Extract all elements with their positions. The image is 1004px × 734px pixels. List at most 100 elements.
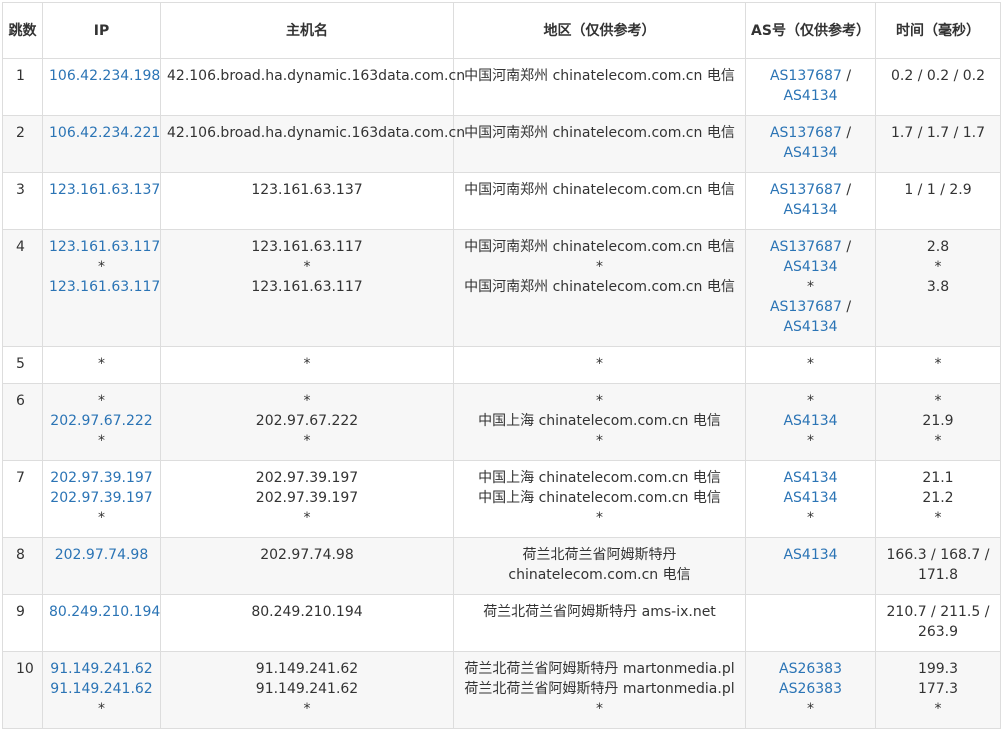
time-line: 3.8 [926, 279, 950, 295]
hostname-cell: 202.97.74.98 [160, 537, 454, 595]
asn-line: * [807, 356, 814, 372]
ip-line: 123.161.63.137 [49, 180, 160, 200]
hostname-line: * [303, 393, 311, 409]
hostname-cell: 42.106.broad.ha.dynamic.163data.com.cn [160, 115, 465, 173]
asn-link[interactable]: AS4134 [783, 547, 837, 563]
hostname-cell: 80.249.210.194 [160, 594, 454, 652]
ip-link[interactable]: 80.249.210.194 [49, 604, 160, 620]
ip-line: 106.42.234.221 [49, 123, 160, 143]
ip-link[interactable]: 202.97.67.222 [50, 413, 152, 429]
ip-line: * [98, 393, 105, 409]
time-line: 1 / 1 / 2.9 [904, 182, 972, 198]
hostname-line: * [303, 259, 311, 275]
region-line: * [596, 433, 603, 449]
ip-link[interactable]: 91.149.241.62 [50, 681, 152, 697]
hostname-line: 123.161.63.117 [251, 239, 363, 255]
hostname-cell: 42.106.broad.ha.dynamic.163data.com.cn [160, 58, 466, 116]
hostname-line: 202.97.39.197 [255, 470, 359, 486]
region-line: 中国上海 chinatelecom.com.cn 电信 [478, 413, 721, 429]
asn-link[interactable]: AS4134 [783, 145, 837, 161]
ip-cell: 123.161.63.117 * 123.161.63.117 [42, 229, 161, 347]
table-row: 3 123.161.63.137 123.161.63.137 中国河南郑州 chin… [2, 172, 1001, 230]
region-cell: 中国河南郑州 chinatelecom.com.cn 电信 [453, 58, 746, 116]
hostname-line: 123.161.63.137 [251, 182, 363, 198]
asn-cell: AS137687 / AS4134 [745, 115, 876, 173]
table-row: 5 * * * * * [2, 346, 1001, 384]
ip-line: * [98, 701, 105, 717]
asn-cell: * AS4134 * [745, 383, 876, 461]
hostname-line: 202.97.74.98 [260, 547, 354, 563]
region-line: 荷兰北荷兰省阿姆斯特丹 martonmedia.pl [464, 681, 735, 697]
asn-link[interactable]: AS137687 [770, 125, 842, 141]
header-host: 主机名 [160, 2, 454, 59]
table-row: 8 202.97.74.98 202.97.74.98 荷兰北荷兰省阿姆斯特丹 chin… [2, 537, 1001, 595]
ip-link[interactable]: 123.161.63.117 [49, 239, 160, 255]
table-row: 4 123.161.63.117 * 123.161.63.117 123.161.63… [2, 229, 1001, 347]
asn-link[interactable]: AS4134 [783, 88, 837, 104]
asn-link[interactable]: AS4134 [783, 490, 837, 506]
hostname-cell: 91.149.241.62 91.149.241.62 * [160, 651, 454, 729]
region-cell: 荷兰北荷兰省阿姆斯特丹 martonmedia.pl 荷兰北荷兰省阿姆斯特丹 ma… [453, 651, 746, 729]
asn-link[interactable]: AS4134 [783, 470, 837, 486]
asn-link[interactable]: AS137687 [770, 182, 842, 198]
header-asn: AS号（仅供参考） [745, 2, 876, 59]
asn-separator: / [841, 239, 852, 255]
region-cell: 中国河南郑州 chinatelecom.com.cn 电信 * 中国河南郑州 chi… [453, 229, 746, 347]
time-line: * [934, 510, 942, 526]
ip-link[interactable]: 91.149.241.62 [50, 661, 152, 677]
time-line: 21.2 [922, 490, 954, 506]
ip-line: 202.97.67.222 [49, 411, 154, 431]
hop-cell: 10 [2, 651, 43, 729]
asn-link[interactable]: AS4134 [783, 202, 837, 218]
region-line: chinatelecom.com.cn 电信 [508, 567, 691, 583]
asn-line: AS137687 / [752, 297, 869, 317]
asn-link[interactable]: AS137687 [770, 299, 842, 315]
asn-link[interactable]: AS137687 [770, 68, 842, 84]
ip-line: * [98, 259, 105, 275]
time-line: * [934, 433, 942, 449]
time-cell: 166.3 / 168.7 / 171.8 [875, 537, 1001, 595]
asn-link[interactable]: AS4134 [783, 259, 837, 275]
asn-separator: / [841, 68, 852, 84]
ip-link[interactable]: 106.42.234.221 [49, 125, 160, 141]
ip-line: 91.149.241.62 [49, 679, 154, 699]
time-line: 166.3 / 168.7 / [886, 547, 990, 563]
hostname-line: 202.97.67.222 [255, 413, 359, 429]
ip-link[interactable]: 202.97.39.197 [50, 470, 152, 486]
region-cell: 中国上海 chinatelecom.com.cn 电信 中国上海 chinatel… [453, 460, 746, 538]
time-cell: * 21.9 * [875, 383, 1001, 461]
asn-line: AS4134 [752, 488, 869, 508]
time-line: 1.7 / 1.7 / 1.7 [890, 125, 986, 141]
hostname-line: 42.106.broad.ha.dynamic.163data.com.cn [167, 68, 466, 84]
time-line: * [934, 701, 942, 717]
region-line: 中国上海 chinatelecom.com.cn 电信 [478, 490, 721, 506]
asn-link[interactable]: AS137687 [770, 239, 842, 255]
asn-line: AS26383 [752, 679, 869, 699]
asn-link[interactable]: AS4134 [783, 413, 837, 429]
ip-link[interactable]: 202.97.74.98 [55, 547, 149, 563]
ip-cell: * 202.97.67.222 * [42, 383, 161, 461]
ip-link[interactable]: 123.161.63.117 [49, 279, 160, 295]
time-line: 263.9 [917, 624, 959, 640]
hostname-line: * [303, 701, 311, 717]
region-line: 中国河南郑州 chinatelecom.com.cn 电信 [464, 239, 735, 255]
ip-link[interactable]: 106.42.234.198 [49, 68, 160, 84]
asn-cell: AS4134 [745, 537, 876, 595]
asn-cell [745, 594, 876, 652]
asn-link[interactable]: AS4134 [783, 319, 837, 335]
ip-link[interactable]: 123.161.63.137 [49, 182, 160, 198]
hop-cell: 7 [2, 460, 43, 538]
asn-line: AS4134 [752, 411, 869, 431]
asn-line: AS137687 / [752, 123, 869, 143]
time-line: 177.3 [917, 681, 959, 697]
asn-cell: AS4134 AS4134 * [745, 460, 876, 538]
ip-cell: 80.249.210.194 [42, 594, 161, 652]
ip-line: 202.97.39.197 [49, 488, 154, 508]
ip-line: 80.249.210.194 [49, 602, 160, 622]
region-line: 荷兰北荷兰省阿姆斯特丹 martonmedia.pl [464, 661, 735, 677]
asn-link[interactable]: AS26383 [779, 681, 842, 697]
asn-link[interactable]: AS26383 [779, 661, 842, 677]
table-body: 1 106.42.234.198 42.106.broad.ha.dynamic.1… [2, 58, 1001, 729]
ip-link[interactable]: 202.97.39.197 [50, 490, 152, 506]
time-cell: 2.8 * 3.8 [875, 229, 1001, 347]
